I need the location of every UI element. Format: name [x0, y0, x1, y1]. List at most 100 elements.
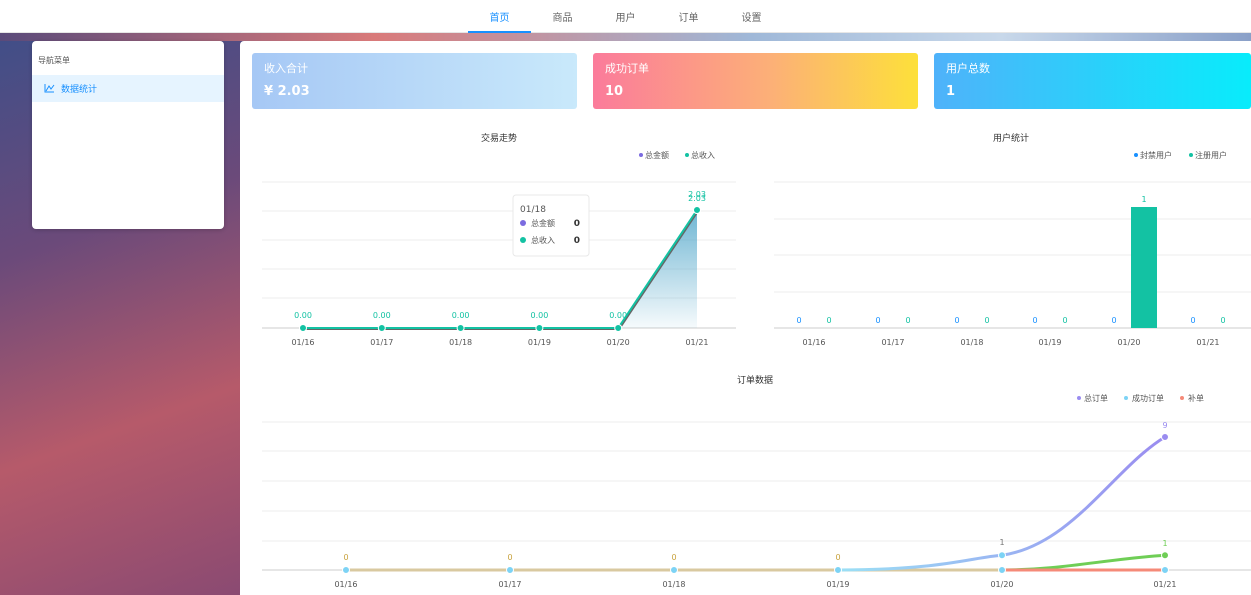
nav-item[interactable]: 商品 [531, 0, 594, 33]
data-label: 0 [1111, 316, 1116, 325]
data-label: 0.00 [452, 311, 470, 320]
sidebar-title: 导航菜单 [38, 56, 70, 65]
legend-dot [1077, 396, 1081, 400]
data-label: 0 [1032, 316, 1037, 325]
legend-dot [685, 153, 689, 157]
data-point [670, 566, 678, 574]
legend-label: 成功订单 [1132, 393, 1164, 403]
legend-dot [1124, 396, 1128, 400]
main-nav: 首页 商品 用户 订单 设置 [468, 0, 783, 33]
data-label: 0.00 [530, 311, 548, 320]
nav-item[interactable]: 首页 [468, 0, 531, 33]
data-label: 0.00 [609, 311, 627, 320]
legend-label: 注册用户 [1195, 150, 1227, 160]
tick-label: 01/21 [1196, 338, 1219, 347]
data-point [456, 324, 465, 332]
data-point [693, 206, 701, 214]
sidebar-item-data-stats[interactable]: 数据统计 [32, 75, 224, 102]
data-point [834, 566, 842, 574]
data-label: 0 [343, 553, 348, 562]
data-label: 0 [875, 316, 880, 325]
data-label: 0 [1190, 316, 1195, 325]
tooltip-label: 总金额 [531, 218, 555, 228]
data-point [614, 324, 623, 332]
legend-label: 总金额 [645, 150, 669, 160]
tick-label: 01/18 [662, 580, 685, 589]
tick-label: 01/16 [802, 338, 825, 347]
legend-label: 总订单 [1084, 393, 1108, 403]
data-label: 9 [1162, 421, 1167, 430]
data-label: 0 [796, 316, 801, 325]
nav-item[interactable]: 订单 [657, 0, 720, 33]
tick-label: 01/17 [370, 338, 393, 347]
tooltip-value: 0 [574, 236, 580, 246]
tooltip-value: 0 [574, 219, 580, 229]
tick-label: 01/18 [449, 338, 472, 347]
tick-label: 01/20 [990, 580, 1013, 589]
data-point [1161, 551, 1169, 560]
data-label: 1 [999, 538, 1004, 547]
data-label: 0.00 [294, 311, 312, 320]
tick-label: 01/16 [334, 580, 357, 589]
data-label: 0 [954, 316, 959, 325]
data-point [998, 566, 1006, 574]
tick-label: 01/21 [1153, 580, 1176, 589]
data-point [299, 324, 307, 332]
tick-label: 01/16 [291, 338, 314, 347]
charts-canvas: 交易走势总金额 总收入0.00 0.00 0.00 0.00 0.002.032.0301… [262, 132, 1251, 589]
background-strip [0, 33, 1251, 41]
data-point [998, 551, 1006, 560]
data-label: 0 [826, 316, 831, 325]
data-label: 0 [905, 316, 910, 325]
tick-label: 01/19 [826, 580, 849, 589]
tick-label: 01/19 [528, 338, 551, 347]
tick-label: 01/21 [685, 338, 708, 347]
legend-label: 封禁用户 [1140, 150, 1172, 160]
data-label: 1 [1162, 539, 1167, 548]
legend-label: 总收入 [691, 150, 715, 160]
data-label: 0 [507, 553, 512, 562]
tick-label: 01/20 [607, 338, 630, 347]
series-line [1001, 553, 1166, 572]
tooltip-dot [520, 237, 526, 243]
legend-label: 补单 [1188, 393, 1204, 403]
data-point [342, 566, 350, 574]
chart-title: 交易走势 [481, 132, 517, 144]
nav-item[interactable]: 用户 [594, 0, 657, 33]
legend-dot [1180, 396, 1184, 400]
legend-dot [639, 153, 643, 157]
sidebar: 导航菜单 数据统计 [32, 41, 224, 229]
series-line [837, 435, 1166, 572]
chart-line-icon [44, 84, 55, 93]
tick-label: 01/17 [498, 580, 521, 589]
tick-label: 01/17 [881, 338, 904, 347]
data-point [506, 566, 514, 574]
tooltip-dot [520, 220, 526, 226]
legend-dot [1134, 153, 1138, 157]
tick-label: 01/18 [960, 338, 983, 347]
data-label: 0 [1062, 316, 1067, 325]
tooltip-label: 总收入 [531, 235, 555, 245]
nav-item[interactable]: 设置 [720, 0, 783, 33]
sidebar-item-label: 数据统计 [61, 85, 98, 95]
data-point [1161, 433, 1169, 441]
data-label: 0 [984, 316, 989, 325]
top-navbar: 首页 商品 用户 订单 设置 [0, 0, 1251, 33]
data-label: 0 [1220, 316, 1225, 325]
tooltip-title: 01/18 [520, 205, 546, 215]
bar [1131, 207, 1157, 328]
data-label: 0 [671, 553, 676, 562]
data-point [1161, 566, 1169, 574]
chart-title: 用户统计 [993, 132, 1029, 144]
chart-title: 订单数据 [737, 374, 773, 386]
tick-label: 01/20 [1117, 338, 1140, 347]
data-label: 0.00 [373, 311, 391, 320]
data-label: 0 [835, 553, 840, 562]
data-point [535, 324, 544, 332]
data-label: 1 [1141, 195, 1146, 204]
data-label: 2.03 [688, 194, 706, 203]
data-point [377, 324, 386, 332]
legend-dot [1189, 153, 1193, 157]
tick-label: 01/19 [1038, 338, 1061, 347]
main-panel: 收入合计 ¥ 2.03 成功订单 10 用户总数 1 交易走势 总金额 总收入 0.0… [240, 41, 1251, 595]
